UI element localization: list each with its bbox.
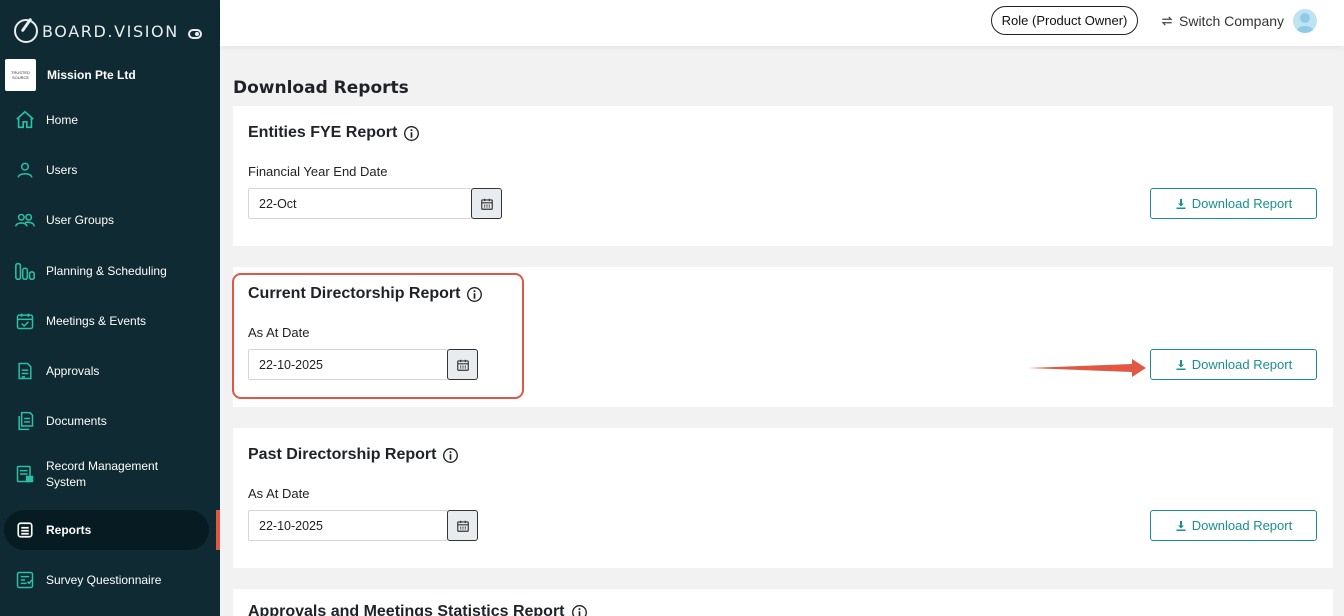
sidebar-item-label: Record Management System xyxy=(46,459,159,489)
company-selector[interactable]: TRUSTED SOURCE Mission Pte Ltd xyxy=(5,59,215,91)
documents-icon xyxy=(14,410,36,432)
sidebar-item-reports[interactable]: Reports xyxy=(4,510,209,550)
sidebar: BOARD.VISION TRUSTED SOURCE Mission Pte … xyxy=(0,0,220,616)
role-button[interactable]: Role (Product Owner) xyxy=(991,6,1138,35)
board-vision-logo-icon xyxy=(14,19,38,43)
active-indicator xyxy=(216,510,220,550)
sidebar-item-meetings[interactable]: Meetings & Events xyxy=(4,301,209,341)
highlight-box xyxy=(232,273,524,399)
switch-arrows-icon xyxy=(1161,16,1173,26)
sidebar-item-user-groups[interactable]: User Groups xyxy=(4,200,209,240)
sidebar-item-survey[interactable]: Survey Questionnaire xyxy=(4,560,209,600)
download-report-button[interactable]: Download Report xyxy=(1150,188,1317,219)
sidebar-item-label: Reports xyxy=(46,523,92,537)
as-at-date-input[interactable]: 22-10-2025 xyxy=(248,510,448,541)
brand-name: BOARD.VISION xyxy=(42,21,179,41)
sidebar-item-record-management[interactable]: Record Management System xyxy=(4,452,209,496)
calendar-icon xyxy=(456,520,469,532)
report-title: Entities FYE Report xyxy=(248,124,420,142)
fye-date-input[interactable]: 22-Oct xyxy=(248,188,472,219)
home-icon xyxy=(14,109,36,131)
calendar-check-icon xyxy=(14,310,36,332)
sidebar-item-label: Home xyxy=(46,113,79,127)
report-card-entities-fye: Entities FYE Report Financial Year End D… xyxy=(233,106,1333,246)
info-icon[interactable] xyxy=(403,125,420,142)
sidebar-item-label: Documents xyxy=(46,414,107,428)
download-report-button[interactable]: Download Report xyxy=(1150,349,1317,380)
avatar[interactable] xyxy=(1293,9,1317,33)
sidebar-item-label: Approvals xyxy=(46,364,100,378)
sidebar-toggle-icon[interactable] xyxy=(188,29,202,39)
record-icon xyxy=(14,463,36,485)
sidebar-item-label: Survey Questionnaire xyxy=(46,573,162,587)
download-report-button[interactable]: Download Report xyxy=(1150,510,1317,541)
pointer-arrow-icon xyxy=(1028,359,1146,377)
sidebar-item-documents[interactable]: Documents xyxy=(4,401,209,441)
company-logo: TRUSTED SOURCE xyxy=(5,59,36,91)
sidebar-item-label: Planning & Scheduling xyxy=(46,264,167,278)
download-icon xyxy=(1176,198,1186,209)
calendar-icon xyxy=(480,198,493,210)
user-group-icon xyxy=(14,209,36,231)
sidebar-item-label: Meetings & Events xyxy=(46,314,147,328)
planning-icon xyxy=(14,260,36,282)
field-label: Financial Year End Date xyxy=(248,164,388,179)
report-card-past-directorship: Past Directorship Report As At Date 22-1… xyxy=(233,428,1333,568)
brand[interactable]: BOARD.VISION xyxy=(14,17,214,45)
sidebar-item-users[interactable]: Users xyxy=(4,150,209,190)
company-name: Mission Pte Ltd xyxy=(47,68,136,82)
sidebar-item-label: Users xyxy=(46,163,78,177)
sidebar-item-home[interactable]: Home xyxy=(4,100,209,140)
top-bar: Role (Product Owner) Switch Company xyxy=(220,0,1344,46)
user-icon xyxy=(14,159,36,181)
reports-icon xyxy=(14,519,36,541)
download-icon xyxy=(1176,520,1186,531)
info-icon[interactable] xyxy=(571,604,588,616)
sidebar-item-label: User Groups xyxy=(46,213,115,227)
page-title: Download Reports xyxy=(233,78,409,98)
user-avatar-icon xyxy=(1295,13,1315,33)
field-label: As At Date xyxy=(248,486,310,501)
calendar-button[interactable] xyxy=(471,188,502,219)
switch-company-button[interactable]: Switch Company xyxy=(1160,11,1284,31)
report-title: Past Directorship Report xyxy=(248,446,459,464)
download-icon xyxy=(1176,359,1186,370)
approval-icon xyxy=(14,360,36,382)
sidebar-item-planning[interactable]: Planning & Scheduling xyxy=(4,251,209,291)
report-title: Approvals and Meetings Statistics Report xyxy=(248,603,588,616)
switch-company-label: Switch Company xyxy=(1179,13,1285,29)
calendar-button[interactable] xyxy=(447,510,478,541)
report-card-approvals-meetings: Approvals and Meetings Statistics Report xyxy=(233,589,1333,616)
info-icon[interactable] xyxy=(442,447,459,464)
survey-icon xyxy=(14,569,36,591)
sidebar-item-approvals[interactable]: Approvals xyxy=(4,351,209,391)
